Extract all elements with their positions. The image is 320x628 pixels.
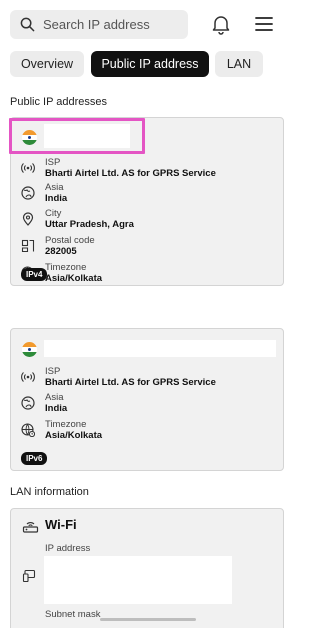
continent-label: Asia	[45, 392, 64, 403]
devices-icon	[22, 569, 36, 583]
search-bar[interactable]: Search IP address	[10, 10, 188, 39]
hamburger-menu-icon[interactable]	[254, 15, 274, 33]
highlight-box	[9, 118, 145, 154]
globe-icon	[21, 396, 35, 410]
redacted-ip-address	[44, 340, 276, 357]
wifi-title: Wi-Fi	[45, 517, 77, 532]
isp-value: Bharti Airtel Ltd. AS for GPRS Service	[45, 377, 216, 388]
city-label: City	[45, 208, 62, 219]
redacted-lan-ip	[44, 556, 232, 604]
isp-icon	[21, 163, 35, 173]
isp-row: ISP Bharti Airtel Ltd. AS for GPRS Servi…	[21, 157, 271, 181]
tab-overview[interactable]: Overview	[10, 51, 84, 77]
ipv6-badge: IPv6	[21, 452, 48, 465]
postal-code-label: Postal code	[45, 235, 95, 246]
tab-bar: Overview Public IP address LAN	[0, 51, 295, 77]
timezone-icon	[21, 423, 35, 437]
ip-address-label: IP address	[45, 543, 91, 554]
router-icon	[22, 522, 39, 533]
isp-value: Bharti Airtel Ltd. AS for GPRS Service	[45, 168, 216, 179]
city-row: City Uttar Pradesh, Agra	[21, 208, 271, 232]
tab-public-ip-address[interactable]: Public IP address	[91, 51, 209, 77]
search-placeholder: Search IP address	[43, 17, 150, 32]
timezone-label: Timezone	[45, 419, 87, 430]
isp-icon	[21, 372, 35, 382]
location-pin-icon	[22, 212, 34, 226]
continent-label: Asia	[45, 182, 64, 193]
country-value: India	[45, 193, 68, 204]
timezone-value: Asia/Kolkata	[45, 430, 103, 441]
postal-code-value: 282005	[45, 246, 77, 257]
timezone-row: Timezone Asia/Kolkata	[21, 419, 271, 443]
postal-code-row: Postal code 282005	[21, 235, 271, 259]
isp-row: ISP Bharti Airtel Ltd. AS for GPRS Servi…	[21, 366, 271, 390]
tab-lan[interactable]: LAN	[215, 51, 263, 77]
lan-section-title: LAN information	[10, 486, 89, 498]
ipv6-card[interactable]: ISP Bharti Airtel Ltd. AS for GPRS Servi…	[10, 328, 284, 471]
search-icon	[20, 17, 35, 32]
top-bar: Search IP address	[0, 0, 295, 48]
home-indicator	[100, 618, 196, 621]
isp-label: ISP	[45, 157, 61, 168]
postal-code-icon	[21, 239, 35, 253]
country-value: India	[45, 403, 68, 414]
public-ip-section-title: Public IP addresses	[10, 96, 108, 108]
notification-bell-icon[interactable]	[210, 13, 232, 35]
ipv4-badge: IPv4	[21, 268, 48, 281]
india-flag-icon	[22, 342, 37, 357]
timezone-row: Timezone Asia/Kolkata	[21, 262, 271, 286]
timezone-label: Timezone	[45, 262, 87, 273]
wifi-card[interactable]: Wi-Fi IP address Subnet mask	[10, 508, 284, 628]
continent-row: Asia India	[21, 392, 271, 416]
globe-icon	[21, 186, 35, 200]
isp-label: ISP	[45, 366, 61, 377]
city-value: Uttar Pradesh, Agra	[45, 219, 134, 230]
subnet-mask-label: Subnet mask	[45, 609, 101, 620]
continent-row: Asia India	[21, 182, 271, 206]
timezone-value: Asia/Kolkata	[45, 273, 103, 284]
